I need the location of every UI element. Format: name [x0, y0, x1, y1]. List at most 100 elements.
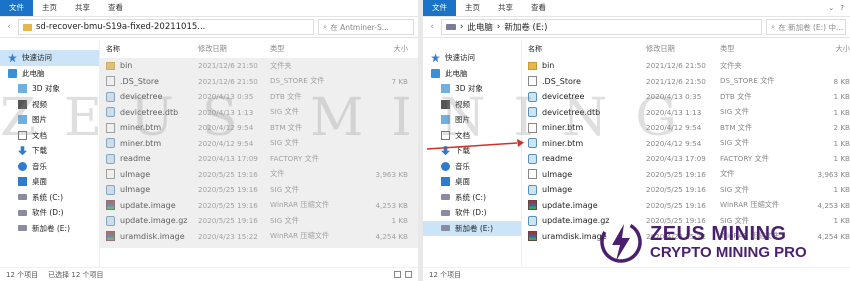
file-row[interactable]: bin 2021/12/6 21:50 文件夹 — [106, 58, 418, 74]
sidebar-item[interactable]: 软件 (D:) — [0, 205, 99, 221]
file-row[interactable]: uImage 2020/5/25 19:16 文件 3,963 KB — [106, 167, 418, 183]
path-field[interactable]: › 此电脑 › 新加卷 (E:) — [441, 19, 762, 35]
file-icon — [106, 91, 115, 102]
header-size[interactable]: 大小 — [806, 44, 850, 54]
file-row[interactable]: bin 2021/12/6 21:50 文件夹 — [528, 58, 850, 74]
file-row[interactable]: update.image 2020/5/25 19:16 WinRAR 压缩文件 4,… — [528, 198, 850, 214]
large-icons-view-icon[interactable] — [405, 271, 412, 278]
file-name-cell: devicetree — [528, 91, 646, 102]
sidebar-item-label: 下载 — [32, 146, 47, 156]
sidebar-item[interactable]: 视频 — [423, 97, 521, 113]
back-arrow-icon[interactable]: ‹ — [427, 22, 437, 32]
tab-view[interactable]: 查看 — [522, 0, 555, 16]
file-name: devicetree — [542, 92, 585, 102]
sidebar-item[interactable]: 快速访问 — [0, 50, 99, 66]
sidebar-item[interactable]: 文档 — [423, 128, 521, 144]
sidebar-item[interactable]: 3D 对象 — [0, 81, 99, 97]
file-name-cell: miner.btm — [106, 138, 198, 149]
navigation-pane: 快速访问 此电脑 3D 对象视频图片文档下载音乐桌面 系统 (C:) 软件 (D:) 新加… — [423, 40, 522, 267]
sidebar-item[interactable]: 下载 — [0, 143, 99, 159]
sidebar-item[interactable]: 3D 对象 — [423, 81, 521, 97]
file-row[interactable]: uramdisk.image 2020/4/23 15:22 WinRAR 压缩文件… — [106, 229, 418, 245]
header-type[interactable]: 类型 — [270, 44, 350, 54]
sidebar-item[interactable]: 图片 — [423, 112, 521, 128]
chevron-down-icon[interactable]: ⌄ — [828, 4, 834, 12]
tab-share[interactable]: 共享 — [66, 0, 99, 16]
sidebar-item[interactable]: 系统 (C:) — [0, 190, 99, 206]
file-row[interactable]: uImage 2020/5/25 19:16 SIG 文件 — [106, 182, 418, 198]
file-row[interactable]: miner.btm 2020/4/12 9:54 SIG 文件 1 KB — [528, 136, 850, 152]
tab-view[interactable]: 查看 — [99, 0, 132, 16]
file-row[interactable]: devicetree.dtb 2020/4/13 1:13 SIG 文件 1 KB — [528, 105, 850, 121]
sidebar-item[interactable]: 桌面 — [423, 174, 521, 190]
sidebar-item[interactable]: 视频 — [0, 97, 99, 113]
file-row[interactable]: .DS_Store 2021/12/6 21:50 DS_STORE 文件 7 KB — [106, 74, 418, 90]
file-name-cell: miner.btm — [528, 122, 646, 133]
path-field[interactable]: sd-recover-bmu-S19a-fixed-20211015... — [18, 19, 314, 35]
sidebar-item[interactable]: 系统 (C:) — [423, 190, 521, 206]
sidebar-item-label: 图片 — [455, 115, 470, 125]
status-bar: 12 个项目 已选择 12 个项目 — [0, 267, 418, 281]
file-row[interactable]: miner.btm 2020/4/12 9:54 BTM 文件 — [106, 120, 418, 136]
help-icon[interactable]: ? — [840, 4, 844, 12]
header-date[interactable]: 修改日期 — [198, 44, 270, 54]
drive-icon — [441, 225, 450, 232]
back-arrow-icon[interactable]: ‹ — [4, 22, 14, 32]
file-size: 3,963 KB — [817, 169, 850, 179]
drive-icon — [18, 225, 27, 232]
sidebar-item[interactable]: 软件 (D:) — [423, 205, 521, 221]
file-row[interactable]: uImage 2020/5/25 19:16 文件 3,963 KB — [528, 167, 850, 183]
file-row[interactable]: update.image 2020/5/25 19:16 WinRAR 压缩文件 4,… — [106, 198, 418, 214]
file-row[interactable]: uImage 2020/5/25 19:16 SIG 文件 1 KB — [528, 182, 850, 198]
sidebar-item[interactable]: 新加卷 (E:) — [423, 220, 521, 236]
sidebar-item[interactable]: 文档 — [0, 128, 99, 144]
file-row[interactable]: devicetree 2020/4/13 0:35 DTB 文件 — [106, 89, 418, 105]
search-input[interactable]: ⌕ 在 新加卷 (E:) 中... — [766, 19, 846, 35]
sidebar-item-label: 视频 — [32, 99, 47, 109]
sidebar-item-label: 视频 — [455, 99, 470, 109]
sidebar-item[interactable]: 快速访问 — [423, 50, 521, 66]
sidebar-item[interactable]: 图片 — [0, 112, 99, 128]
file-row[interactable]: update.image.gz 2020/5/25 19:16 SIG 文件 1 KB — [106, 213, 418, 229]
sidebar-item[interactable]: 此电脑 — [0, 66, 99, 82]
file-type: 文件 — [720, 169, 735, 179]
file-date: 2021/12/6 21:50 — [198, 76, 258, 86]
file-icon — [528, 169, 537, 180]
breadcrumb-this-pc[interactable]: 此电脑 — [467, 21, 493, 33]
file-type: WinRAR 压缩文件 — [270, 200, 330, 210]
sidebar-item-label: 文档 — [32, 130, 47, 140]
tab-file[interactable]: 文件 — [423, 0, 456, 16]
tab-share[interactable]: 共享 — [489, 0, 522, 16]
tab-home[interactable]: 主页 — [456, 0, 489, 16]
header-date[interactable]: 修改日期 — [646, 44, 720, 54]
explorer-window-left: 文件 主页 共享 查看 ‹ sd-recover-bmu-S19a-fixed-… — [0, 0, 418, 281]
file-row[interactable]: readme 2020/4/13 17:09 FACTORY 文件 1 KB — [528, 151, 850, 167]
sidebar-item[interactable]: 桌面 — [0, 174, 99, 190]
breadcrumb-volume[interactable]: 新加卷 (E:) — [504, 21, 547, 33]
file-icon — [106, 215, 115, 226]
sidebar-item[interactable]: 新加卷 (E:) — [0, 221, 99, 237]
tab-file[interactable]: 文件 — [0, 0, 33, 16]
sidebar-item-label: 音乐 — [455, 161, 470, 171]
file-icon — [528, 184, 537, 195]
sidebar-item-label: 文档 — [455, 130, 470, 140]
search-input[interactable]: ⌕ 在 Antminer-S... — [318, 19, 414, 35]
sidebar-item[interactable]: 下载 — [423, 143, 521, 159]
file-row[interactable]: devicetree.dtb 2020/4/13 1:13 SIG 文件 — [106, 105, 418, 121]
file-row[interactable]: readme 2020/4/13 17:09 FACTORY 文件 — [106, 151, 418, 167]
sidebar-item[interactable]: 音乐 — [0, 159, 99, 175]
details-view-icon[interactable] — [394, 271, 401, 278]
file-row[interactable]: .DS_Store 2021/12/6 21:50 DS_STORE 文件 8 KB — [528, 74, 850, 90]
file-name: devicetree — [120, 92, 163, 102]
sidebar-item[interactable]: 音乐 — [423, 159, 521, 175]
file-row[interactable]: miner.btm 2020/4/12 9:54 BTM 文件 2 KB — [528, 120, 850, 136]
header-size[interactable]: 大小 — [350, 44, 408, 54]
sidebar-item[interactable]: 此电脑 — [423, 66, 521, 82]
file-row[interactable]: devicetree 2020/4/13 0:35 DTB 文件 1 KB — [528, 89, 850, 105]
file-row[interactable]: miner.btm 2020/4/12 9:54 SIG 文件 — [106, 136, 418, 152]
file-date: 2020/5/25 19:16 — [646, 185, 706, 195]
tab-home[interactable]: 主页 — [33, 0, 66, 16]
header-type[interactable]: 类型 — [720, 44, 806, 54]
header-name[interactable]: 名称 — [528, 44, 646, 54]
header-name[interactable]: 名称 — [106, 44, 198, 54]
